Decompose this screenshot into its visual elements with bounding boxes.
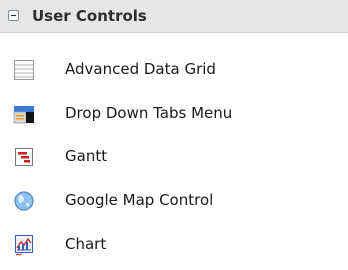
- list-item-gantt[interactable]: Gantt: [0, 135, 348, 179]
- panel-title: User Controls: [32, 7, 147, 25]
- globe-icon: [13, 190, 35, 212]
- list-item-label: Advanced Data Grid: [65, 60, 216, 78]
- list-item-advanced-data-grid[interactable]: Advanced Data Grid: [0, 48, 348, 92]
- grid-icon: [13, 59, 35, 81]
- list-item-label: Gantt: [65, 147, 108, 165]
- panel-header[interactable]: User Controls: [0, 0, 348, 33]
- list-item-google-map-control[interactable]: Google Map Control: [0, 179, 348, 223]
- user-controls-panel: User Controls Advanced Data Grid Drop Do…: [0, 0, 348, 270]
- gantt-icon: [13, 146, 35, 168]
- tabs-menu-icon: [13, 103, 35, 125]
- list-item-label: Chart: [65, 235, 107, 253]
- chart-icon: [13, 234, 35, 256]
- list-item-label: Drop Down Tabs Menu: [65, 104, 233, 122]
- list-item-chart[interactable]: Chart: [0, 223, 348, 267]
- list-item-label: Google Map Control: [65, 191, 214, 209]
- list-item-drop-down-tabs-menu[interactable]: Drop Down Tabs Menu: [0, 92, 348, 136]
- collapse-icon[interactable]: [8, 10, 19, 21]
